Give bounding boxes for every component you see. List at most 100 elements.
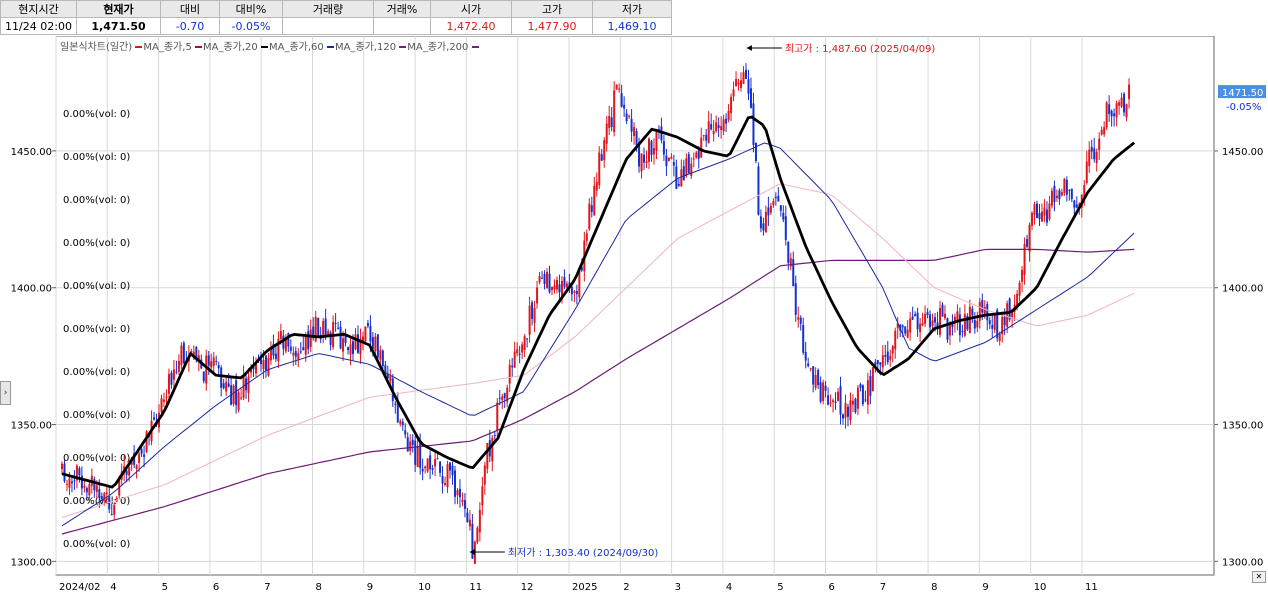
candle-body (655, 131, 658, 151)
candle-body (600, 154, 603, 161)
candle-body (468, 519, 471, 527)
current-price-pct: -0.05% (1226, 102, 1261, 113)
y-tick-label-left: 1350.00 (11, 421, 52, 432)
legend-swatch-ma5 (135, 46, 143, 48)
candle-body (1070, 188, 1073, 200)
candle-body (725, 118, 728, 124)
candle-body (466, 512, 469, 523)
candle-body (1115, 103, 1118, 118)
candle-body (745, 69, 747, 79)
candle-body (404, 430, 407, 435)
candle-body (409, 441, 412, 451)
candle-body (866, 380, 869, 405)
candle-body (1068, 190, 1071, 192)
candle-body (986, 303, 989, 321)
candle-body (710, 124, 713, 130)
candle-body (809, 368, 812, 370)
candle-body (635, 131, 638, 146)
price-chart[interactable]: 2024/02 4 5 6 7 8 9 10 11 12 2025 2 3 4 5 6 7 8 9 10 11 1300.… (0, 36, 1268, 595)
legend-ma120: MA_종가,120 (334, 42, 397, 53)
x-tick-label: 5 (777, 582, 783, 593)
x-tick-label: 2025 (572, 582, 597, 593)
candle-body (700, 137, 703, 158)
candle-body (327, 331, 330, 335)
candle-body (752, 103, 755, 145)
candle-body (670, 156, 673, 159)
candle-body (304, 334, 307, 355)
candle-body (70, 481, 73, 484)
candle-body (347, 347, 350, 350)
candle-body (297, 353, 300, 360)
candle-body (513, 351, 516, 368)
candle-body (555, 279, 558, 290)
candle-body (85, 488, 88, 493)
candle-body (1045, 209, 1048, 223)
candle-body (901, 325, 904, 328)
candle-body (926, 312, 929, 315)
candle-body (493, 435, 496, 437)
candle-body (675, 166, 678, 189)
candle-body (707, 121, 710, 144)
x-tick-label: 9 (982, 582, 988, 593)
candle-body (128, 467, 131, 476)
value-open: 1,472.40 (430, 17, 512, 35)
quote-table: 현지시간 현재가 대비 대비% 거래량 거래% 시가 고가 저가 11/24 0… (0, 0, 672, 35)
candle-body (1073, 200, 1076, 208)
value-volume-pct (373, 17, 431, 35)
candle-body (225, 381, 228, 392)
corner-resize-handle[interactable]: ✕ (1252, 571, 1266, 583)
candle-body (369, 326, 372, 342)
x-tick-label: 10 (1034, 582, 1047, 593)
candle-body (702, 135, 705, 137)
candle-body (63, 463, 66, 482)
candle-body (536, 287, 539, 304)
candle-body (625, 113, 628, 122)
candle-body (802, 324, 805, 353)
chart-area[interactable]: 2024/02 4 5 6 7 8 9 10 11 12 2025 2 3 4 5 6 7 8 9 10 11 1300.… (0, 36, 1268, 595)
candle-body (222, 383, 225, 389)
candle-body (871, 367, 874, 392)
candle-body (140, 448, 143, 454)
candle-body (690, 163, 693, 176)
candle-body (939, 308, 942, 335)
candle-body (449, 462, 452, 471)
candle-body (757, 166, 760, 215)
candle-body (334, 322, 337, 324)
candle-body (240, 397, 243, 399)
header-low: 저가 (592, 0, 672, 18)
candle-body (526, 338, 529, 340)
legend-swatch-ma120 (326, 46, 334, 48)
candle-body (1048, 203, 1051, 220)
candle-body (1021, 269, 1024, 282)
candle-body (807, 363, 810, 367)
candle-body (548, 273, 551, 293)
candle-body (869, 376, 872, 396)
candle-body (946, 318, 949, 340)
side-panel-toggle[interactable]: › (0, 381, 11, 405)
candle-body (797, 317, 800, 320)
candle-body (172, 369, 175, 380)
candle-body (588, 203, 591, 230)
candle-body (630, 118, 633, 132)
x-tick-label: 4 (726, 582, 732, 593)
candle-body (695, 152, 698, 158)
candle-body (906, 329, 909, 338)
candle-body (934, 317, 937, 323)
candle-body (812, 366, 815, 385)
candle-body (528, 305, 531, 335)
candle-body (100, 495, 103, 500)
candle-body (356, 334, 359, 353)
candle-body (837, 391, 840, 401)
candle-body (1093, 148, 1096, 160)
candle-body (914, 314, 917, 317)
candle-body (501, 396, 504, 400)
candle-body (779, 205, 782, 211)
candle-body (511, 365, 514, 368)
legend-ma5: MA_종가,5 (143, 42, 192, 53)
candle-body (1033, 204, 1036, 215)
candle-body (652, 148, 655, 155)
candle-body (237, 392, 240, 411)
candle-body (846, 406, 849, 417)
candle-body (749, 88, 752, 108)
candle-body (981, 299, 984, 313)
